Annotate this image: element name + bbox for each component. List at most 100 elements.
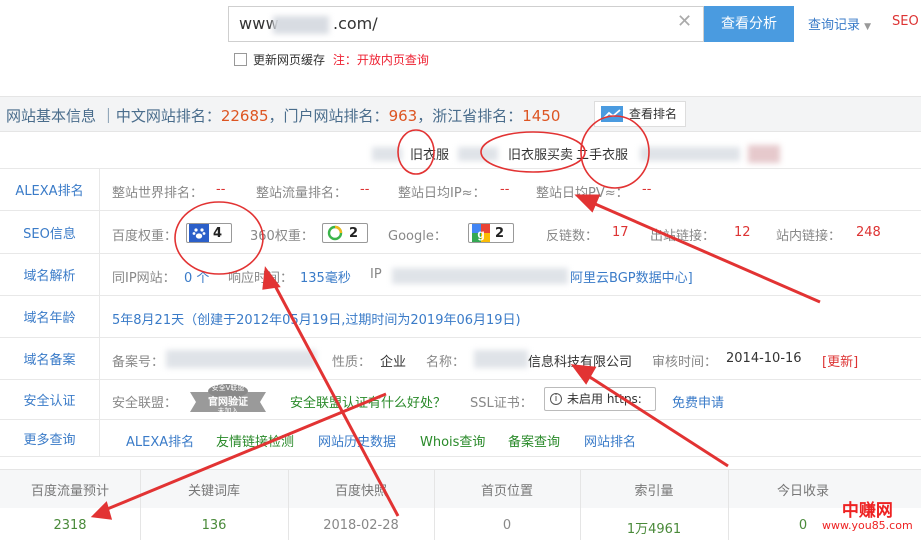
divider [140,469,141,540]
divider [580,469,581,540]
update-cache-checkbox[interactable] [234,53,247,66]
url-input[interactable]: www .com/ ✕ [228,6,704,42]
360-weight-badge[interactable]: 2 [322,223,368,243]
response-time-label: 响应时间： [228,271,294,286]
query-history-link[interactable]: 查询记录 ▼ [808,14,871,33]
domain-age-value: 5年8月21天（创建于2012年05月19日,过期时间为2019年06月19日) [112,313,521,328]
security-label: 安全认证 [0,380,100,419]
note-prefix: 注： [332,53,357,67]
baidu-weight-badge[interactable]: 4 [186,223,232,243]
url-suffix: .com/ [333,14,378,33]
view-rank-button[interactable]: 查看排名 [594,101,686,127]
google-pr-badge[interactable]: g 2 [468,223,514,243]
cache-option: 更新网页缓存 注：开放内页查询 [234,51,429,68]
alexa-traffic-value: -- [360,182,370,197]
360-weight-label: 360权重： [250,229,314,244]
more-link-alexa[interactable]: ALEXA排名 [126,431,194,450]
alexa-pv-label: 整站日均PV≈： [536,186,629,201]
stat-value: 136 [201,518,227,533]
seo-row: SEO信息 百度权重： 4 360权重： 2 Google： g 2 反链数： … [0,210,921,253]
keyword-item[interactable]: 旧衣服买卖 [508,144,573,163]
stat-header: 关键词库 [187,484,240,499]
alexa-pv-value: -- [642,182,652,197]
chevron-down-icon: ▼ [864,22,872,32]
alexa-world-value: -- [216,182,226,197]
watermark-logo: 中赚网 www.you85.com [822,496,913,532]
province-rank-value: 1450 [522,107,561,125]
close-icon[interactable]: ✕ [677,11,692,32]
keyword-row: 旧衣服 旧衣服买卖 二手衣服 [0,133,921,173]
keyword-item[interactable]: 旧衣服 [410,144,449,163]
outbound-link-label: 出站链接： [650,229,716,244]
nature-value: 企业 [380,355,407,370]
trend-chart-icon [601,106,623,122]
svg-text:g: g [477,227,484,241]
backlink-label: 反链数： [546,229,599,244]
dns-resolve-label: 域名解析 [0,254,100,295]
ip-host-value: 阿里云BGP数据中心] [570,271,693,286]
nature-label: 性质： [332,355,372,370]
portal-rank-value: 963 [388,107,418,125]
ssl-status-label: 未启用 https: [567,392,642,406]
blur-mark [372,147,402,161]
360-weight-value: 2 [349,225,359,241]
outbound-link-value[interactable]: 12 [734,225,751,240]
info-icon: i [550,393,562,405]
review-time-label: 审核时间： [652,355,718,370]
blur-mark [748,145,780,163]
inner-page-link[interactable]: 开放内页查询 [357,53,429,67]
portal-rank-label: ，门户网站排名： [268,107,389,125]
separator: ｜ [100,107,116,125]
ip-label: IP [370,267,382,282]
baidu-weight-value: 4 [213,225,223,241]
same-ip-value[interactable]: 0 个 [184,267,209,286]
more-link-rank[interactable]: 网站排名 [584,431,636,450]
ssl-label: SSL证书： [470,396,533,411]
alexa-row: ALEXA排名 整站世界排名： -- 整站流量排名： -- 整站日均IP≈： -… [0,168,921,210]
blurred-ip [392,268,568,284]
seo-link[interactable]: SEO [892,14,919,29]
watermark-cn: 中赚网 [841,501,893,521]
keyword-item[interactable]: 二手衣服 [576,144,628,163]
verification-seal-icon[interactable]: 安全V联盟 官网验证 未加入 [186,382,270,416]
blurred-company [474,350,528,368]
baidu-weight-label: 百度权重： [112,229,178,244]
ssl-status-button[interactable]: i 未启用 https: [544,387,656,411]
alexa-traffic-label: 整站流量排名： [256,186,348,201]
more-link-icp[interactable]: 备案查询 [508,431,560,450]
site-ranking-summary: 网站基本信息 ｜中文网站排名：22685，门户网站排名：963，浙江省排名：14… [6,105,560,126]
stat-header: 首页位置 [480,484,533,499]
update-icp-link[interactable]: [更新] [822,351,858,370]
free-apply-link[interactable]: 免费申请 [672,392,724,411]
stat-value: 0 [502,518,512,533]
domain-age-label: 域名年龄 [0,296,100,337]
view-rank-label: 查看排名 [629,107,678,121]
seal-top-text: 安全V联盟 [211,384,245,392]
basic-title: 网站基本信息 [6,107,97,125]
cn-rank-label: 中文网站排名： [115,107,221,125]
stat-value: 2018-02-28 [323,518,399,533]
more-link-history[interactable]: 网站历史数据 [318,431,396,450]
more-link-friend-links[interactable]: 友情链接检测 [216,431,294,450]
blur-mark [640,147,740,161]
security-benefit-link[interactable]: 安全联盟认证有什么好处？ [290,392,446,411]
cn-rank-value: 22685 [220,107,269,125]
more-query-row: 更多查询 ALEXA排名 友情链接检测 网站历史数据 Whois查询 备案查询 … [0,419,921,457]
domain-age-row: 域名年龄 5年8月21天（创建于2012年05月19日,过期时间为2019年06… [0,295,921,337]
icp-label: 域名备案 [0,338,100,379]
stat-header: 百度流量预计 [30,484,109,499]
same-ip-label: 同IP网站： [112,271,176,286]
stat-header: 索引量 [634,484,674,499]
internal-link-value[interactable]: 248 [856,225,881,240]
backlink-value[interactable]: 17 [612,225,629,240]
alexa-ip-label: 整站日均IP≈： [398,186,486,201]
analyze-button[interactable]: 查看分析 [704,6,794,42]
alexa-label: ALEXA排名 [0,169,100,210]
response-time-value: 135毫秒 [300,271,351,286]
province-rank-label: ，浙江省排名： [417,107,523,125]
more-query-label: 更多查询 [0,420,100,456]
review-time-value: 2014-10-16 [726,351,802,366]
google-label: Google： [388,229,447,244]
more-link-whois[interactable]: Whois查询 [420,431,485,450]
cache-label: 更新网页缓存 [253,53,326,67]
